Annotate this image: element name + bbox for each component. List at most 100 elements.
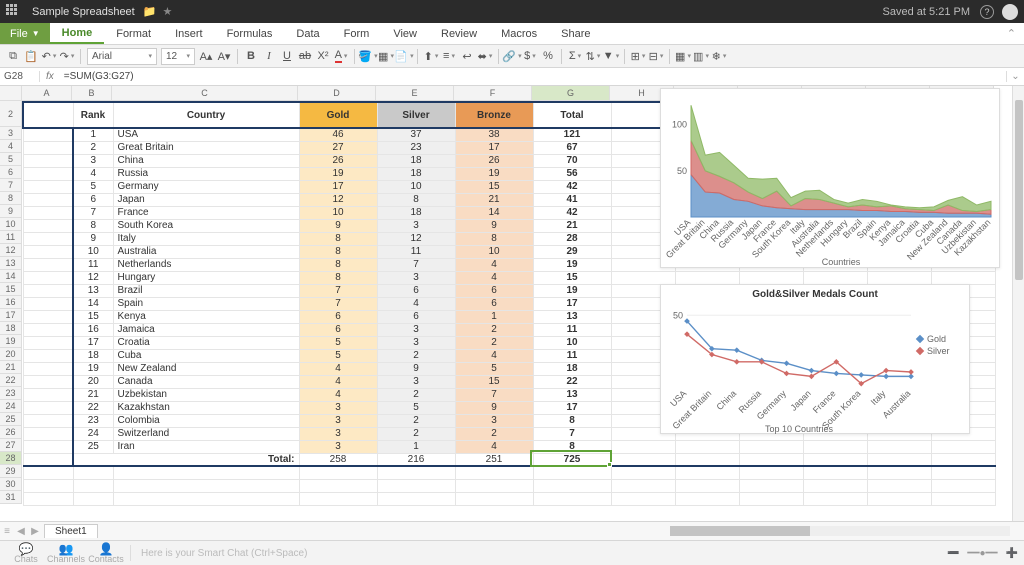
cell[interactable]: 5 [299,336,377,349]
col-header-G[interactable]: G [532,86,610,101]
cell[interactable]: 121 [533,128,611,141]
cell[interactable]: 1 [455,310,533,323]
insert-icon[interactable]: Σ [568,49,582,63]
cell[interactable]: 21 [455,193,533,206]
font-increase-icon[interactable]: A▴ [199,49,213,63]
cell[interactable] [299,479,377,492]
cell[interactable] [23,206,73,219]
font-size-select[interactable]: 12▾ [161,48,195,65]
row-header-4[interactable]: 4 [0,140,22,153]
panel-chats[interactable]: 💬Chats [6,543,46,564]
row-header-16[interactable]: 16 [0,296,22,309]
cell[interactable] [23,401,73,414]
cell[interactable]: Uzbekistan [113,388,299,401]
cell[interactable] [739,492,803,505]
cell[interactable]: 22 [533,375,611,388]
cell[interactable] [23,492,73,505]
cell[interactable]: Kenya [113,310,299,323]
cell[interactable] [611,271,675,284]
cell[interactable]: 8 [299,232,377,245]
cell[interactable]: 3 [455,414,533,427]
cell[interactable]: 42 [533,180,611,193]
cell[interactable]: 8 [299,258,377,271]
cell[interactable]: 15 [73,310,113,323]
cell[interactable] [23,271,73,284]
cell[interactable]: 6 [299,323,377,336]
cell[interactable] [23,232,73,245]
sheet-tab-1[interactable]: Sheet1 [44,524,98,538]
cell[interactable] [23,180,73,193]
cell-reference[interactable]: G28 [0,71,40,82]
cell[interactable]: 4 [299,388,377,401]
cell[interactable] [803,479,867,492]
cell[interactable]: 216 [377,453,455,466]
cell[interactable] [455,479,533,492]
cell[interactable] [23,388,73,401]
row-header-25[interactable]: 25 [0,413,22,426]
cell[interactable] [73,479,113,492]
cell[interactable]: 5 [299,349,377,362]
cell[interactable] [675,492,739,505]
cell[interactable] [675,440,739,453]
cell[interactable]: Country [113,102,299,128]
cell[interactable]: 7 [299,297,377,310]
cell[interactable] [23,375,73,388]
vertical-scrollbar[interactable] [1012,86,1024,521]
cell[interactable]: South Korea [113,219,299,232]
cell[interactable]: 19 [533,258,611,271]
cell[interactable] [675,271,739,284]
cell[interactable] [377,466,455,479]
file-menu[interactable]: File▼ [0,23,50,44]
cell[interactable]: 10 [73,245,113,258]
cell[interactable]: Kazakhstan [113,401,299,414]
delete-cells-icon[interactable]: ⊟ [649,49,663,63]
cell[interactable]: 15 [455,375,533,388]
borders-button[interactable]: ▦ [379,49,393,63]
cell[interactable]: 17 [455,141,533,154]
collapse-ribbon-icon[interactable]: ⌃ [999,23,1024,44]
cell[interactable]: 3 [299,427,377,440]
cell[interactable]: 7 [455,388,533,401]
select-all-corner[interactable] [0,86,22,101]
tab-nav-first-icon[interactable]: ≡ [0,526,14,537]
cell[interactable] [867,440,931,453]
align-top-icon[interactable]: ⬆ [424,49,438,63]
cell[interactable]: 19 [73,362,113,375]
cell[interactable]: 7 [73,206,113,219]
cell[interactable]: 3 [73,154,113,167]
cell[interactable] [23,362,73,375]
cell[interactable]: 13 [73,284,113,297]
cell[interactable]: Total [533,102,611,128]
row-header-3[interactable]: 3 [0,127,22,140]
cell[interactable]: 20 [73,375,113,388]
user-avatar[interactable] [1002,4,1018,20]
panel-channels[interactable]: 👥Channels [46,543,86,564]
cell[interactable]: Gold [299,102,377,128]
cell[interactable]: 5 [377,401,455,414]
cell[interactable]: 9 [377,362,455,375]
cell[interactable]: 16 [73,323,113,336]
expand-formula-icon[interactable]: ⌄ [1006,71,1024,82]
cell[interactable]: 4 [455,440,533,453]
cell[interactable]: Iran [113,440,299,453]
cell[interactable] [23,297,73,310]
cell[interactable]: 8 [377,193,455,206]
cell[interactable]: 2 [455,427,533,440]
cell[interactable]: 2 [73,141,113,154]
cell[interactable]: 4 [73,167,113,180]
col-header-A[interactable]: A [22,86,72,101]
cell[interactable]: 13 [533,388,611,401]
cell[interactable] [739,271,803,284]
cell[interactable]: 6 [73,193,113,206]
cell[interactable] [23,427,73,440]
cell[interactable]: 12 [377,232,455,245]
cell[interactable]: 3 [299,440,377,453]
apps-grid-icon[interactable] [6,4,22,20]
cell[interactable]: 25 [73,440,113,453]
cell[interactable]: 6 [377,310,455,323]
cell[interactable] [739,466,803,479]
cell[interactable] [611,466,675,479]
cell[interactable]: 3 [299,414,377,427]
zoom-in-icon[interactable]: ➕ [1006,548,1018,559]
cell[interactable] [455,466,533,479]
